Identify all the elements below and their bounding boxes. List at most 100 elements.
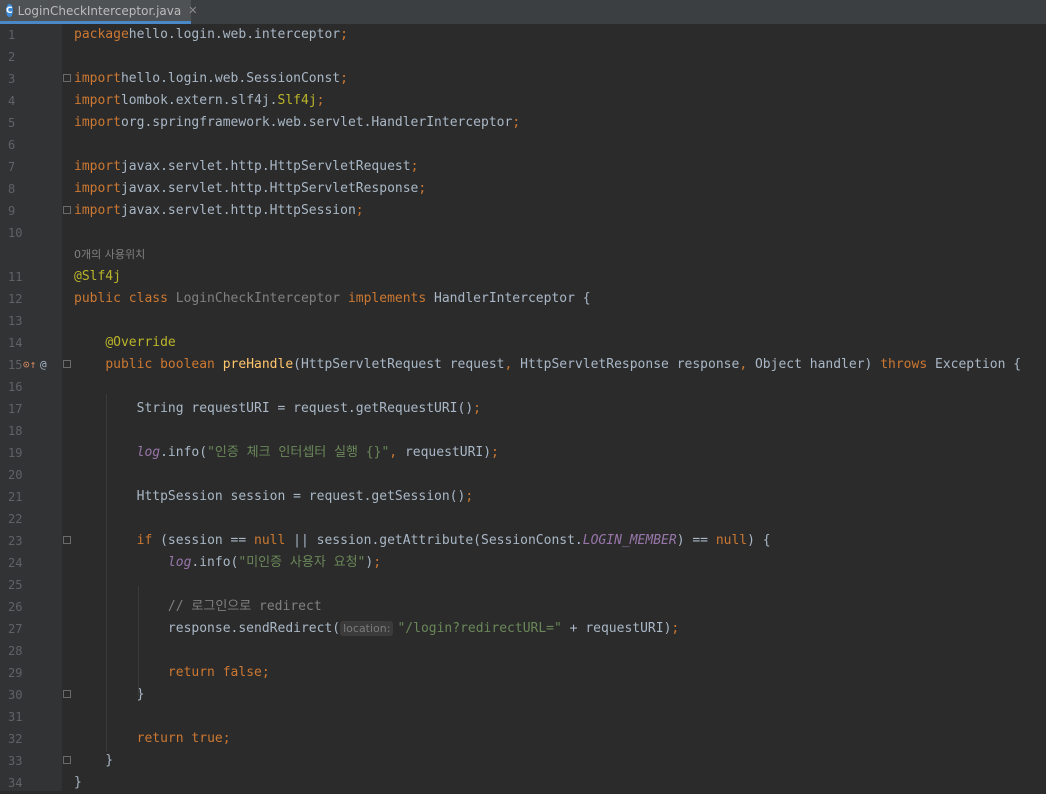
code-text[interactable]: return true; [74,728,231,750]
line-number: 14 [8,336,23,350]
line-number: 15 [8,358,23,372]
code-text[interactable]: @Override [74,332,175,354]
java-class-icon: C [6,4,13,17]
code-line: 26 // 로그인으로 redirect [0,596,1046,618]
code-line: 19 log.info("인증 체크 인터셉터 실행 {}", requestU… [0,442,1046,464]
code-text[interactable]: importjavax.servlet.http.HttpServletRequ… [74,156,418,178]
code-token: ) { [747,533,771,548]
code-text[interactable]: importhello.login.web.SessionConst; [74,68,348,90]
code-token: || session.getAttribute(SessionConst. [293,533,583,548]
line-number: 10 [8,226,23,240]
fold-marker-icon[interactable] [63,360,71,368]
usage-hint-line: 0개의 사용위치 [0,244,1046,266]
usage-hint[interactable]: 0개의 사용위치 [74,244,145,266]
parameter-hint: location: [340,621,394,636]
code-token: LOGIN_MEMBER [582,533,677,548]
code-line: 33 } [0,750,1046,772]
code-line: 14 @Override [0,332,1046,354]
code-text[interactable]: response.sendRedirect(location: "/login?r… [74,618,679,640]
fold-marker-icon[interactable] [63,74,71,82]
code-token: log [136,445,161,460]
code-line: 1 packagehello.login.web.interceptor; [0,24,1046,46]
code-line: 20 [0,464,1046,486]
code-line: 5 importorg.springframework.web.servlet.H… [0,112,1046,134]
tab-login-check-interceptor[interactable]: C LoginCheckInterceptor.java ✕ [0,0,197,24]
line-number: 27 [8,622,23,636]
code-text[interactable]: public boolean preHandle(HttpServletRequ… [74,354,1021,376]
code-line: 23 if (session == null || session.getAtt… [0,530,1046,552]
indent-guide [138,586,139,696]
code-line: 29 return false; [0,662,1046,684]
line-number: 29 [8,666,23,680]
code-text[interactable]: } [74,684,145,706]
code-text[interactable]: return false; [74,662,270,684]
code-text[interactable]: importjavax.servlet.http.HttpServletResp… [74,178,426,200]
line-number: 1 [8,28,16,42]
fold-marker-icon[interactable] [63,756,71,764]
code-text[interactable]: String requestURI = request.getRequestUR… [74,398,481,420]
code-token: LoginCheckInterceptor [175,291,348,306]
code-token: } [74,775,82,790]
code-token: (session == [160,533,255,548]
code-line: 18 [0,420,1046,442]
line-number: 13 [8,314,23,328]
code-line: 30 } [0,684,1046,706]
line-number: 2 [8,50,16,64]
code-line: 4 importlombok.extern.slf4j.Slf4j; [0,90,1046,112]
code-token: ; [316,93,325,108]
code-token: @Slf4j [74,269,121,284]
fold-marker-icon[interactable] [63,690,71,698]
code-token: org.springframework.web.servlet.HandlerI… [120,115,513,130]
code-text[interactable]: packagehello.login.web.interceptor; [74,24,348,46]
code-text[interactable]: public class LoginCheckInterceptor imple… [74,288,591,310]
line-number: 5 [8,116,16,130]
line-number: 30 [8,688,23,702]
code-token: public boolean [105,357,223,372]
code-text[interactable]: // 로그인으로 redirect [74,596,322,618]
code-token: "/login?redirectURL=" [397,621,562,636]
code-line: 16 [0,376,1046,398]
code-token: import [74,115,121,130]
code-token: package [74,27,129,42]
code-line: 32 return true; [0,728,1046,750]
code-text[interactable]: if (session == null || session.getAttrib… [74,530,771,552]
line-number: 19 [8,446,23,460]
code-token: return false; [167,665,270,680]
line-number: 4 [8,94,16,108]
code-line: 9 importjavax.servlet.http.HttpSession; [0,200,1046,222]
code-line: 11 @Slf4j [0,266,1046,288]
code-text[interactable]: importjavax.servlet.http.HttpSession; [74,200,364,222]
fold-marker-icon[interactable] [63,536,71,544]
code-token: throws [880,357,935,372]
code-text[interactable]: log.info("미인증 사용자 요청"); [74,552,381,574]
code-text[interactable]: log.info("인증 체크 인터셉터 실행 {}", requestURI)… [74,442,499,464]
code-token: // 로그인으로 redirect [167,599,322,614]
fold-marker-icon[interactable] [63,206,71,214]
code-token: import [74,71,121,86]
code-text[interactable]: importorg.springframework.web.servlet.Ha… [74,112,520,134]
line-number: 20 [8,468,23,482]
code-token: javax.servlet.http.HttpServletResponse [120,181,419,196]
code-token: null [254,533,294,548]
code-token: .info( [191,555,239,570]
line-number: 31 [8,710,23,724]
override-annotation-icon[interactable]: @ [40,358,47,372]
line-number: 12 [8,292,23,306]
close-icon[interactable]: ✕ [188,4,197,17]
code-token: import [74,93,121,108]
code-text[interactable]: importlombok.extern.slf4j.Slf4j; [74,90,324,112]
code-text[interactable]: HttpSession session = request.getSession… [74,486,474,508]
tab-title: LoginCheckInterceptor.java [17,3,182,18]
implements-method-icon[interactable]: ⊙↑ [23,358,36,372]
code-token: requestURI) [404,445,492,460]
code-token: ; [340,71,348,86]
code-token: ) == [676,533,716,548]
code-text[interactable]: @Slf4j [74,266,121,288]
code-token: return true; [136,731,231,746]
code-token: public class [74,291,176,306]
code-text[interactable]: } [74,750,113,772]
code-token: log [167,555,192,570]
